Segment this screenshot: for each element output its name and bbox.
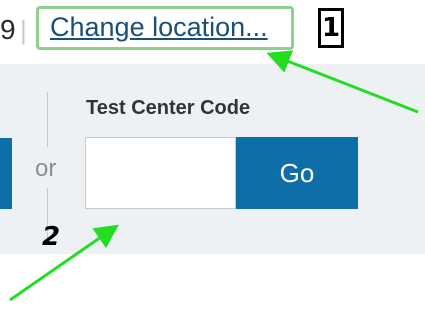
test-center-code-label: Test Center Code: [86, 97, 251, 119]
test-center-code-input[interactable]: [85, 137, 236, 209]
truncated-text: 9: [0, 14, 16, 45]
annotation-badge-2: 2: [42, 222, 61, 252]
annotation-badge-1: 1: [318, 8, 344, 48]
or-label: or: [35, 155, 57, 182]
go-button[interactable]: Go: [236, 137, 358, 209]
search-button-edge[interactable]: [0, 138, 12, 209]
separator: |: [20, 15, 27, 45]
divider-line-top: [47, 92, 48, 147]
change-location-link[interactable]: Change location...: [50, 11, 268, 43]
